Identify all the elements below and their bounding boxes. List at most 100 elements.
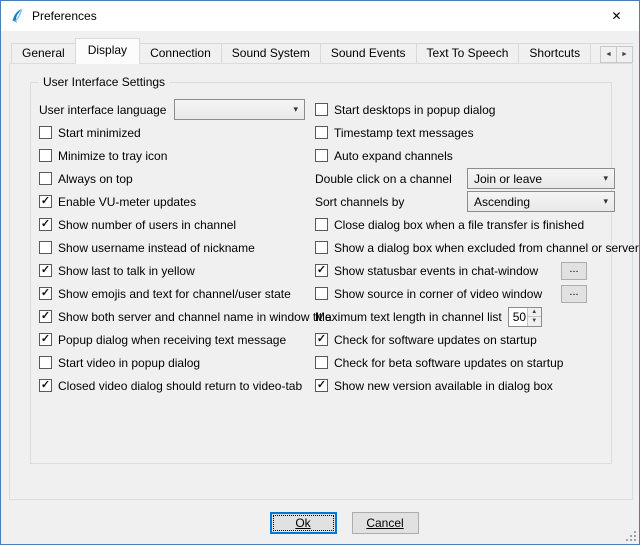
- checkbox-label: Close dialog box when a file transfer is…: [334, 218, 584, 232]
- checkbox-row[interactable]: Show a dialog box when excluded from cha…: [315, 237, 615, 258]
- tab-sound-system[interactable]: Sound System: [221, 43, 321, 63]
- checkbox-row[interactable]: ✓Show emojis and text for channel/user s…: [39, 283, 305, 304]
- checkbox-label: Minimize to tray icon: [58, 149, 167, 163]
- sort-channels-combobox[interactable]: Ascending ▾: [467, 191, 615, 212]
- right-mid-checkbox-list: Close dialog box when a file transfer is…: [315, 214, 615, 304]
- ellipsis-button[interactable]: ...: [561, 262, 587, 280]
- checkbox-label: Show username instead of nickname: [58, 241, 255, 255]
- checkbox-checked-icon[interactable]: ✓: [39, 218, 52, 231]
- user-interface-settings-group: User Interface Settings User interface l…: [30, 82, 612, 464]
- checkbox-row[interactable]: Minimize to tray icon: [39, 145, 305, 166]
- language-combobox[interactable]: ▾: [174, 99, 305, 120]
- checkbox-row[interactable]: Start minimized: [39, 122, 305, 143]
- checkbox-unchecked-icon[interactable]: [39, 241, 52, 254]
- checkbox-checked-icon[interactable]: ✓: [39, 379, 52, 392]
- tab-scroller: ◄ ►: [600, 46, 633, 63]
- checkbox-unchecked-icon[interactable]: [315, 103, 328, 116]
- cancel-label: Cancel: [366, 516, 403, 530]
- checkbox-label: Show both server and channel name in win…: [58, 310, 332, 324]
- double-click-row: Double click on a channel Join or leave …: [315, 168, 615, 189]
- checkbox-row[interactable]: Start video in popup dialog: [39, 352, 305, 373]
- checkbox-row[interactable]: Auto expand channels: [315, 145, 615, 166]
- ellipsis-button[interactable]: ...: [561, 285, 587, 303]
- window-title: Preferences: [32, 9, 97, 23]
- checkbox-row[interactable]: ✓Show statusbar events in chat-window...: [315, 260, 615, 281]
- checkbox-checked-icon[interactable]: ✓: [39, 264, 52, 277]
- double-click-label: Double click on a channel: [315, 172, 452, 186]
- right-bottom-checkbox-list: ✓Check for software updates on startupCh…: [315, 329, 615, 396]
- tab-sound-events[interactable]: Sound Events: [320, 43, 417, 63]
- checkbox-checked-icon[interactable]: ✓: [39, 310, 52, 323]
- checkbox-checked-icon[interactable]: ✓: [315, 333, 328, 346]
- dropdown-arrow-icon: ▾: [599, 173, 614, 184]
- ok-button[interactable]: Ok: [270, 512, 337, 534]
- checkbox-unchecked-icon[interactable]: [315, 241, 328, 254]
- tab-display[interactable]: Display: [75, 38, 140, 64]
- checkbox-checked-icon[interactable]: ✓: [315, 379, 328, 392]
- left-checkbox-list: Start minimized Minimize to tray icon Alwa…: [39, 122, 305, 396]
- checkbox-row[interactable]: ✓Show last to talk in yellow: [39, 260, 305, 281]
- checkbox-unchecked-icon[interactable]: [39, 149, 52, 162]
- spin-down-button[interactable]: ▼: [528, 316, 541, 326]
- checkbox-label: Start minimized: [58, 126, 141, 140]
- checkbox-unchecked-icon[interactable]: [39, 126, 52, 139]
- tab-shortcuts[interactable]: Shortcuts: [518, 43, 591, 63]
- checkbox-row[interactable]: ✓Check for software updates on startup: [315, 329, 615, 350]
- right-top-checkbox-list: Start desktops in popup dialog Timestamp …: [315, 99, 615, 166]
- tab-connection[interactable]: Connection: [139, 43, 222, 63]
- tab-prev-icon: ◄: [605, 51, 612, 58]
- checkbox-row[interactable]: ✓Enable VU-meter updates: [39, 191, 305, 212]
- checkbox-label: Show source in corner of video window: [334, 287, 542, 301]
- checkbox-row[interactable]: Show source in corner of video window...: [315, 283, 615, 304]
- checkbox-checked-icon[interactable]: ✓: [39, 333, 52, 346]
- spin-up-icon: ▲: [531, 309, 537, 315]
- tab-text-to-speech[interactable]: Text To Speech: [416, 43, 520, 63]
- checkbox-unchecked-icon[interactable]: [315, 149, 328, 162]
- resize-grip-icon[interactable]: [624, 529, 637, 542]
- checkbox-unchecked-icon[interactable]: [315, 218, 328, 231]
- spin-down-icon: ▼: [531, 318, 537, 324]
- checkbox-row[interactable]: Always on top: [39, 168, 305, 189]
- right-column: Start desktops in popup dialog Timestamp …: [315, 99, 615, 398]
- checkbox-label: Auto expand channels: [334, 149, 453, 163]
- tab-bar: GeneralDisplayConnectionSound SystemSoun…: [9, 37, 633, 64]
- checkbox-label: Show number of users in channel: [58, 218, 236, 232]
- checkbox-checked-icon[interactable]: ✓: [39, 287, 52, 300]
- spin-arrows: ▲ ▼: [527, 308, 541, 326]
- checkbox-label: Show a dialog box when excluded from cha…: [334, 241, 639, 255]
- checkbox-label: Start desktops in popup dialog: [334, 103, 495, 117]
- checkbox-label: Timestamp text messages: [334, 126, 474, 140]
- close-icon: ✕: [611, 9, 621, 23]
- checkbox-row[interactable]: ✓ Show new version available in dialog bo…: [315, 375, 615, 396]
- checkbox-row[interactable]: ✓Show both server and channel name in wi…: [39, 306, 305, 327]
- max-text-length-spinbox[interactable]: 50 ▲ ▼: [508, 307, 542, 327]
- checkbox-row[interactable]: ✓Popup dialog when receiving text messag…: [39, 329, 305, 350]
- cancel-button[interactable]: Cancel: [352, 512, 419, 534]
- max-text-length-row: Maximum text length in channel list 50 ▲…: [315, 306, 615, 327]
- close-button[interactable]: ✕: [594, 1, 639, 30]
- dropdown-arrow-icon: ▾: [289, 104, 304, 115]
- checkbox-row[interactable]: ✓Closed video dialog should return to vi…: [39, 375, 305, 396]
- sort-channels-value: Ascending: [474, 195, 599, 209]
- checkbox-label: Show new version available in dialog box: [334, 379, 553, 393]
- checkbox-checked-icon[interactable]: ✓: [315, 264, 328, 277]
- checkbox-row[interactable]: Timestamp text messages: [315, 122, 615, 143]
- checkbox-row[interactable]: Show username instead of nickname: [39, 237, 305, 258]
- tab-general[interactable]: General: [11, 43, 76, 63]
- checkbox-unchecked-icon[interactable]: [315, 126, 328, 139]
- tab-scroll-right-button[interactable]: ►: [616, 46, 633, 63]
- checkbox-row[interactable]: Start desktops in popup dialog: [315, 99, 615, 120]
- checkbox-unchecked-icon[interactable]: [315, 356, 328, 369]
- checkbox-row[interactable]: ✓ Show number of users in channel: [39, 214, 305, 235]
- checkbox-row[interactable]: Close dialog box when a file transfer is…: [315, 214, 615, 235]
- double-click-combobox[interactable]: Join or leave ▾: [467, 168, 615, 189]
- checkbox-row[interactable]: Check for beta software updates on start…: [315, 352, 615, 373]
- checkbox-unchecked-icon[interactable]: [39, 356, 52, 369]
- tab-scroll-left-button[interactable]: ◄: [600, 46, 617, 63]
- left-column: User interface language ▾ Start minimize…: [39, 99, 305, 398]
- spin-up-button[interactable]: ▲: [528, 308, 541, 317]
- checkbox-unchecked-icon[interactable]: [315, 287, 328, 300]
- title-bar: Preferences ✕: [1, 1, 639, 31]
- checkbox-checked-icon[interactable]: ✓: [39, 195, 52, 208]
- checkbox-unchecked-icon[interactable]: [39, 172, 52, 185]
